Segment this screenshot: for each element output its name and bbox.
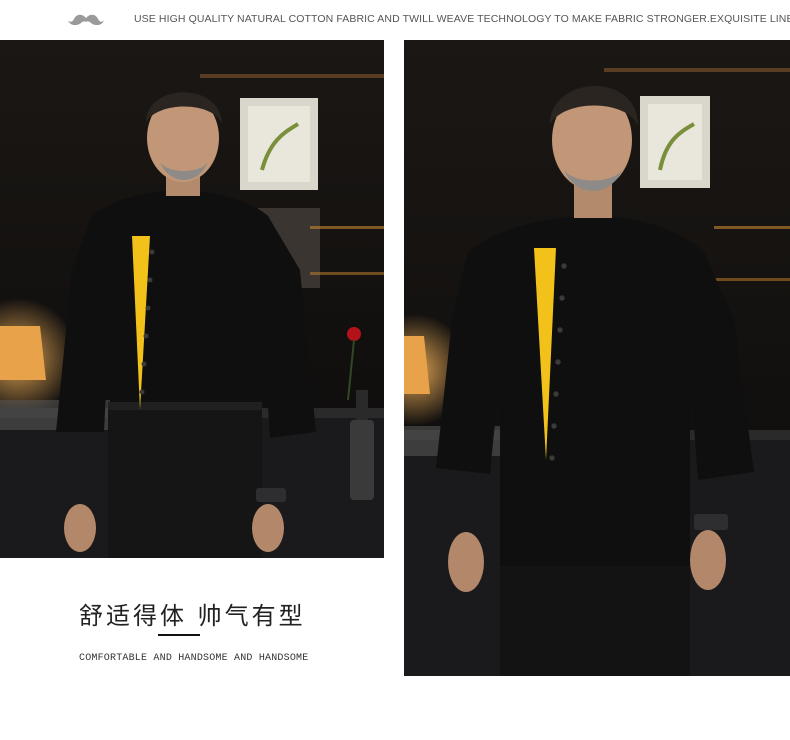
header-bar: USE HIGH QUALITY NATURAL COTTON FABRIC A… — [0, 0, 790, 40]
header-tagline: USE HIGH QUALITY NATURAL COTTON FABRIC A… — [134, 13, 790, 25]
mustache-icon — [68, 14, 104, 26]
caption-title-cn: 舒适得体 帅气有型 — [79, 602, 306, 630]
model-photo-right — [404, 40, 790, 676]
model-photo-left — [0, 40, 384, 558]
caption-divider — [158, 634, 200, 636]
caption-subtitle-en: COMFORTABLE AND HANDSOME AND HANDSOME — [79, 653, 309, 664]
